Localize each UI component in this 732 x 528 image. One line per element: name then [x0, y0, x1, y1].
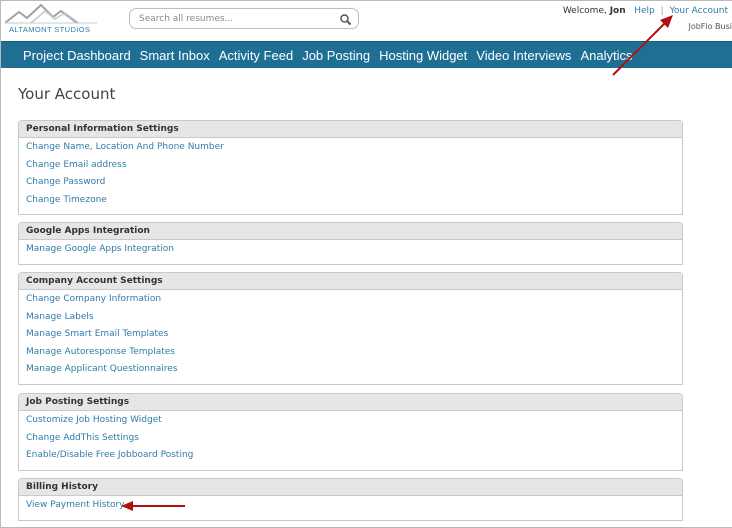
view-payment-history-link[interactable]: View Payment History — [19, 497, 682, 515]
manage-questionnaires-link[interactable]: Manage Applicant Questionnaires — [19, 361, 682, 379]
mountain-logo-icon — [5, 3, 97, 24]
nav-project-dashboard[interactable]: Project Dashboard — [23, 48, 131, 63]
welcome-text: Welcome, Jon — [563, 6, 626, 16]
nav-activity-feed[interactable]: Activity Feed — [219, 48, 293, 63]
panel-title: Billing History — [19, 479, 682, 496]
main-nav: Project Dashboard Smart Inbox Activity F… — [1, 41, 732, 68]
panel-title: Company Account Settings — [19, 273, 682, 290]
page-title: Your Account — [18, 85, 116, 103]
change-email-link[interactable]: Change Email address — [19, 157, 682, 175]
user-name: Jon — [609, 6, 626, 16]
manage-labels-link[interactable]: Manage Labels — [19, 309, 682, 327]
logo-text: ALTAMONT STUDIOS — [9, 25, 91, 34]
manage-autoresponse-templates-link[interactable]: Manage Autoresponse Templates — [19, 344, 682, 362]
google-apps-panel: Google Apps Integration Manage Google Ap… — [18, 222, 683, 265]
company-account-panel: Company Account Settings Change Company … — [18, 272, 683, 385]
user-menu: Welcome, Jon Help | Your Account — [563, 6, 728, 16]
manage-google-apps-link[interactable]: Manage Google Apps Integration — [19, 241, 682, 259]
panel-title: Personal Information Settings — [19, 121, 682, 138]
billing-history-panel: Billing History View Payment History — [18, 478, 683, 521]
your-account-link[interactable]: Your Account — [670, 6, 728, 16]
help-link[interactable]: Help — [634, 6, 655, 16]
app-window: ALTAMONT STUDIOS Welcome, Jon Help | You… — [0, 0, 732, 528]
search-icon[interactable] — [339, 12, 353, 26]
product-brand-text: JobFlo Busi — [688, 22, 732, 31]
nav-analytics[interactable]: Analytics — [580, 48, 632, 63]
change-addthis-settings-link[interactable]: Change AddThis Settings — [19, 430, 682, 448]
enable-disable-jobboard-link[interactable]: Enable/Disable Free Jobboard Posting — [19, 447, 682, 465]
search-input[interactable] — [139, 11, 329, 26]
panel-title: Job Posting Settings — [19, 394, 682, 411]
change-name-location-phone-link[interactable]: Change Name, Location And Phone Number — [19, 139, 682, 157]
customize-hosting-widget-link[interactable]: Customize Job Hosting Widget — [19, 412, 682, 430]
separator: | — [660, 6, 664, 16]
change-timezone-link[interactable]: Change Timezone — [19, 192, 682, 210]
panel-title: Google Apps Integration — [19, 223, 682, 240]
job-posting-panel: Job Posting Settings Customize Job Hosti… — [18, 393, 683, 471]
nav-smart-inbox[interactable]: Smart Inbox — [140, 48, 210, 63]
company-logo[interactable]: ALTAMONT STUDIOS — [5, 3, 97, 36]
change-company-info-link[interactable]: Change Company Information — [19, 291, 682, 309]
welcome-prefix: Welcome, — [562, 6, 610, 16]
search-box[interactable] — [129, 8, 359, 29]
nav-hosting-widget[interactable]: Hosting Widget — [379, 48, 467, 63]
nav-video-interviews[interactable]: Video Interviews — [476, 48, 571, 63]
nav-job-posting[interactable]: Job Posting — [302, 48, 370, 63]
manage-email-templates-link[interactable]: Manage Smart Email Templates — [19, 326, 682, 344]
change-password-link[interactable]: Change Password — [19, 174, 682, 192]
personal-information-panel: Personal Information Settings Change Nam… — [18, 120, 683, 215]
